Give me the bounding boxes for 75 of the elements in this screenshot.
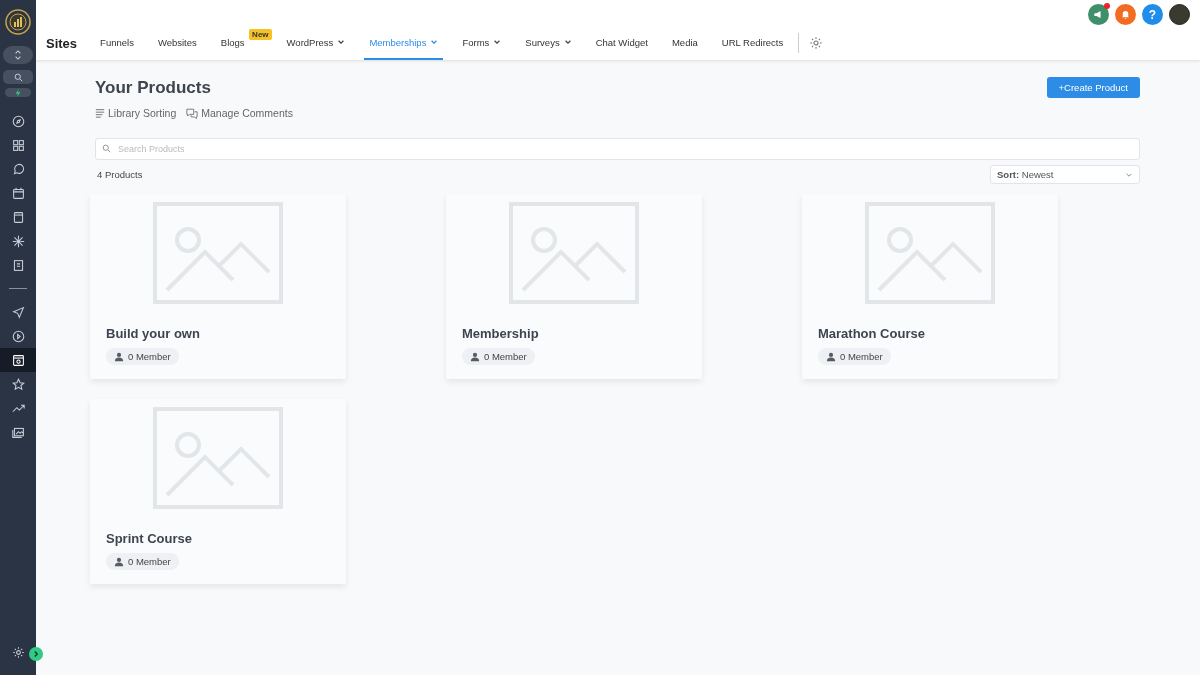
sidebar-nav-item[interactable] xyxy=(0,348,36,372)
play-icon xyxy=(11,329,25,343)
section-title: Your Products xyxy=(95,78,212,98)
new-badge: New xyxy=(249,29,272,40)
avatar[interactable] xyxy=(1169,4,1190,25)
product-card[interactable]: Sprint Course 0 Member xyxy=(90,399,346,584)
member-count-tag: 0 Member xyxy=(106,348,179,365)
product-card[interactable]: Marathon Course 0 Member xyxy=(802,194,1058,379)
search-field[interactable]: Search Products xyxy=(95,138,1140,160)
announcement-button[interactable] xyxy=(1088,4,1109,25)
book-icon xyxy=(11,210,25,224)
person-icon xyxy=(470,351,480,362)
chevron-down-icon xyxy=(563,38,572,46)
product-name: Sprint Course xyxy=(106,531,193,546)
nav-tab[interactable]: Chat Widget xyxy=(590,26,653,60)
nav-tab[interactable]: Funnels xyxy=(95,26,139,60)
nav-tab[interactable]: Surveys xyxy=(520,26,577,60)
site-icon xyxy=(11,353,25,367)
nav-tab[interactable]: WordPress xyxy=(281,26,351,60)
search-button[interactable] xyxy=(3,70,33,84)
gallery-icon xyxy=(11,425,25,439)
nav-tab[interactable]: Forms xyxy=(457,26,507,60)
image-placeholder-icon xyxy=(509,202,639,304)
product-name: Marathon Course xyxy=(818,326,926,341)
list-icon xyxy=(95,108,105,118)
compass-icon xyxy=(11,114,25,128)
image-placeholder-icon xyxy=(153,202,283,304)
page-title: Sites xyxy=(46,35,78,51)
chevrons-icon xyxy=(14,49,22,61)
network-icon xyxy=(11,234,25,248)
send-icon xyxy=(11,305,25,319)
chevron-down-icon xyxy=(430,38,439,46)
product-name: Membership xyxy=(462,326,540,341)
member-count-tag: 0 Member xyxy=(818,348,891,365)
sort-dropdown[interactable]: Sort: Newest xyxy=(990,165,1140,184)
bell-icon xyxy=(1120,9,1131,20)
expand-sidebar-button[interactable] xyxy=(29,647,43,661)
star-icon xyxy=(11,377,25,391)
chevron-right-icon xyxy=(32,650,40,658)
calendar-icon xyxy=(11,186,25,200)
product-card[interactable]: Membership 0 Member xyxy=(446,194,702,379)
grid-icon xyxy=(11,138,25,152)
comments-icon xyxy=(186,107,199,119)
image-placeholder-icon xyxy=(153,407,283,509)
notification-dot xyxy=(1104,3,1110,9)
member-count-tag: 0 Member xyxy=(106,553,179,570)
quick-action-button[interactable] xyxy=(5,88,31,97)
chevron-down-icon xyxy=(337,38,346,46)
nav-tab[interactable]: Media xyxy=(666,26,703,60)
nav-tab[interactable]: Blogs xyxy=(215,26,250,60)
nav-tab[interactable]: Websites xyxy=(152,26,202,60)
settings-icon[interactable] xyxy=(11,646,25,659)
person-icon xyxy=(114,556,124,567)
chat-icon xyxy=(11,162,25,176)
product-count: 4 Products xyxy=(97,169,143,180)
member-count-tag: 0 Member xyxy=(462,348,535,365)
nav-tab[interactable]: URL Redirects xyxy=(716,26,789,60)
nav-tab[interactable]: Memberships xyxy=(364,26,444,60)
invoice-icon xyxy=(11,258,25,272)
search-icon xyxy=(13,72,23,82)
image-placeholder-icon xyxy=(865,202,995,304)
product-name: Build your own xyxy=(106,326,201,341)
chevron-down-icon xyxy=(493,38,502,46)
product-card[interactable]: Build your own 0 Member xyxy=(90,194,346,379)
settings-icon[interactable] xyxy=(809,36,824,50)
lightning-icon xyxy=(14,88,22,97)
switcher-button[interactable] xyxy=(3,46,33,64)
logo-icon xyxy=(4,8,32,36)
megaphone-icon xyxy=(1093,9,1104,20)
notifications-button[interactable] xyxy=(1115,4,1136,25)
link-label[interactable]: Library Sorting xyxy=(108,107,177,119)
person-icon xyxy=(114,351,124,362)
toolbar-link[interactable]: Library Sorting xyxy=(95,107,177,119)
person-icon xyxy=(826,351,836,362)
create-product-button[interactable]: +Create Product xyxy=(1046,77,1140,98)
